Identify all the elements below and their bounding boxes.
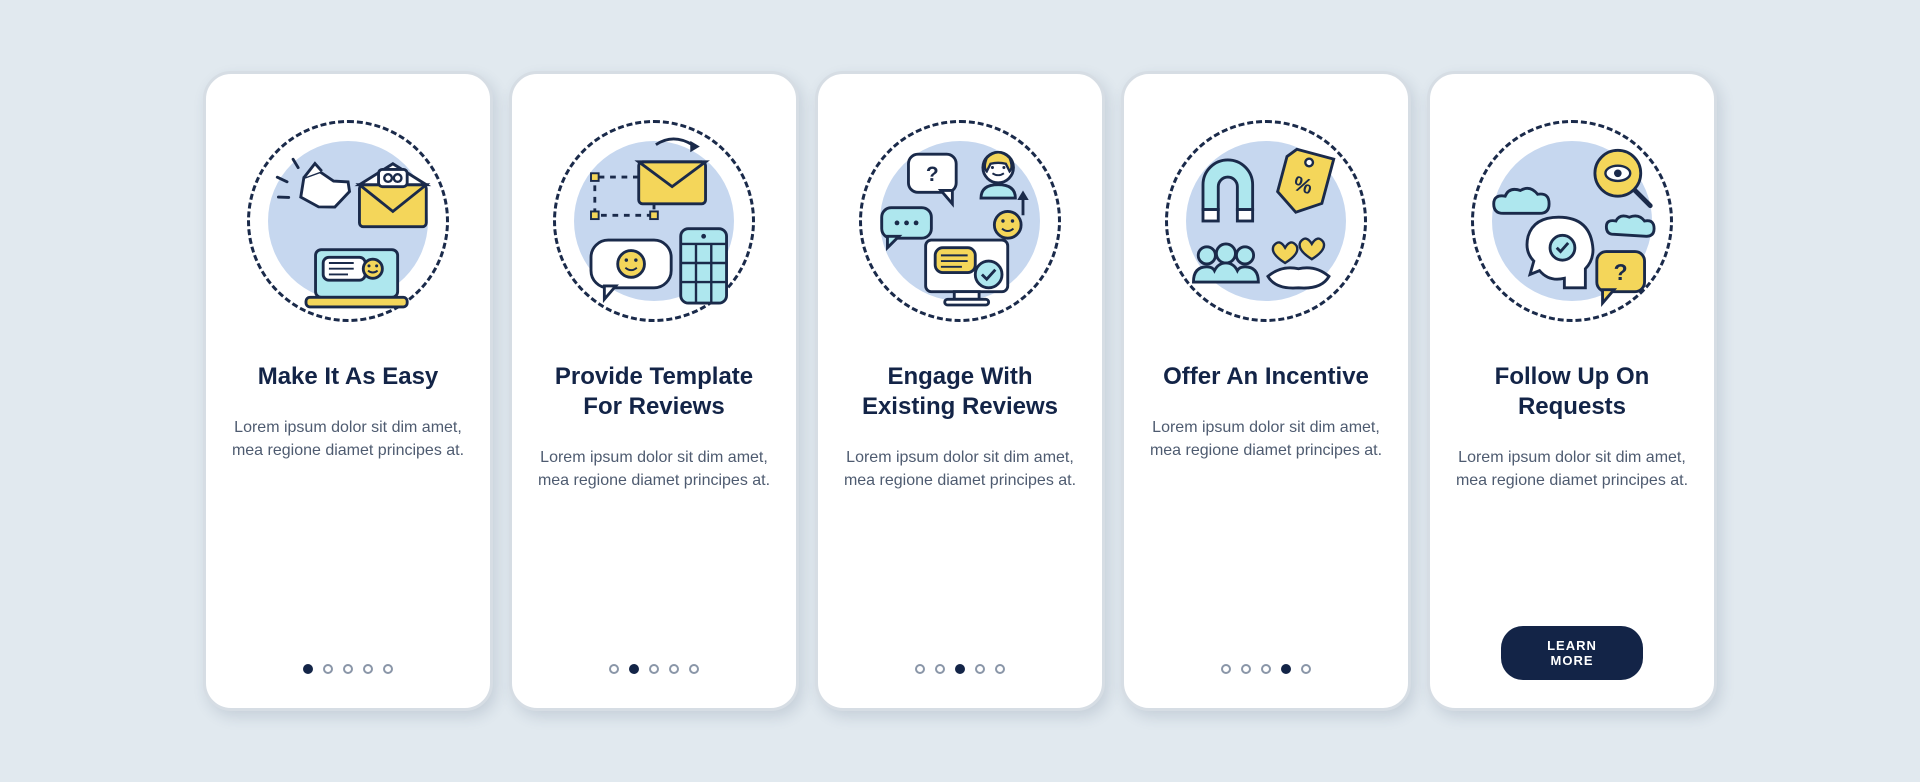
chat-person-monitor-icon: ? — [855, 111, 1065, 331]
tap-email-laptop-icon — [243, 111, 453, 331]
dot-5[interactable] — [689, 664, 699, 674]
dot-4[interactable] — [669, 664, 679, 674]
dot-3[interactable] — [955, 664, 965, 674]
dot-5[interactable] — [995, 664, 1005, 674]
dot-1[interactable] — [609, 664, 619, 674]
illustration-container: ? — [1467, 116, 1677, 326]
card-description: Lorem ipsum dolor sit dim amet, mea regi… — [228, 416, 468, 462]
pagination-dots — [818, 664, 1102, 674]
onboarding-screen-incentive: % Offer An Incentive Lorem i — [1121, 71, 1411, 711]
pagination-dots — [512, 664, 796, 674]
dot-3[interactable] — [649, 664, 659, 674]
dot-5[interactable] — [1301, 664, 1311, 674]
envelope-smiley-phone-icon — [549, 111, 759, 331]
illustration-container: % — [1161, 116, 1371, 326]
pagination-dots — [1124, 664, 1408, 674]
dot-5[interactable] — [383, 664, 393, 674]
dot-2[interactable] — [323, 664, 333, 674]
illustration-container — [243, 116, 453, 326]
card-description: Lorem ipsum dolor sit dim amet, mea regi… — [1452, 446, 1692, 492]
onboarding-screen-followup: ? Follow Up On Requests Lorem ipsum dolo… — [1427, 71, 1717, 711]
illustration-container: ? — [855, 116, 1065, 326]
illustration-container — [549, 116, 759, 326]
dot-4[interactable] — [1281, 664, 1291, 674]
dot-1[interactable] — [303, 664, 313, 674]
card-title: Offer An Incentive — [1163, 362, 1369, 392]
dot-3[interactable] — [343, 664, 353, 674]
svg-text:?: ? — [926, 163, 939, 186]
head-search-question-icon: ? — [1467, 111, 1677, 331]
card-title: Follow Up On Requests — [1452, 362, 1692, 422]
dot-2[interactable] — [1241, 664, 1251, 674]
card-description: Lorem ipsum dolor sit dim amet, mea regi… — [534, 446, 774, 492]
learn-more-button[interactable]: LEARN MORE — [1501, 626, 1643, 680]
magnet-discount-people-icon: % — [1161, 111, 1371, 331]
card-title: Provide Template For Reviews — [534, 362, 774, 422]
onboarding-screen-easy: Make It As Easy Lorem ipsum dolor sit di… — [203, 71, 493, 711]
dot-1[interactable] — [1221, 664, 1231, 674]
card-description: Lorem ipsum dolor sit dim amet, mea regi… — [840, 446, 1080, 492]
dot-3[interactable] — [1261, 664, 1271, 674]
pagination-dots — [206, 664, 490, 674]
dot-2[interactable] — [935, 664, 945, 674]
dot-1[interactable] — [915, 664, 925, 674]
onboarding-screen-engage: ? — [815, 71, 1105, 711]
onboarding-screen-template: Provide Template For Reviews Lorem ipsum… — [509, 71, 799, 711]
card-description: Lorem ipsum dolor sit dim amet, mea regi… — [1146, 416, 1386, 462]
svg-text:?: ? — [1614, 259, 1628, 285]
dot-4[interactable] — [363, 664, 373, 674]
dot-4[interactable] — [975, 664, 985, 674]
card-title: Engage With Existing Reviews — [840, 362, 1080, 422]
dot-2[interactable] — [629, 664, 639, 674]
card-title: Make It As Easy — [258, 362, 439, 392]
